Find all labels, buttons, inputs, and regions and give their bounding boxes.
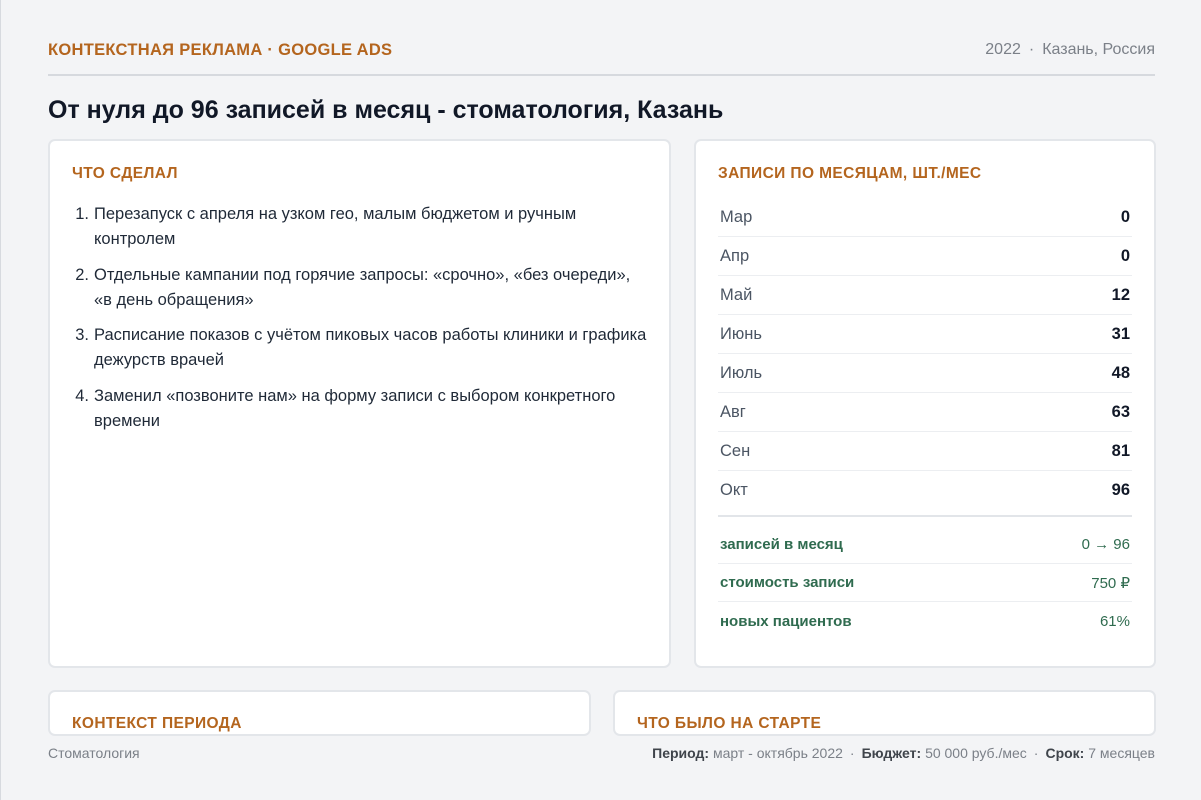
stat-label: стоимость записи xyxy=(720,574,855,591)
stat-row: новых пациентов 61% xyxy=(718,602,1132,640)
stat-value: 61% xyxy=(1099,612,1130,630)
budget-value: 50 000 руб./мес xyxy=(925,745,1027,761)
stat-row: стоимость записи 750 ₽ xyxy=(718,564,1132,602)
month-value: 0 xyxy=(1120,207,1130,226)
starting-point-card: ЧТО БЫЛО НА СТАРТЕ xyxy=(613,690,1156,736)
card-title: КОНТЕКСТ ПЕРИОДА xyxy=(72,715,242,732)
month-value: 0 xyxy=(1120,246,1130,265)
header-year: 2022 xyxy=(985,41,1021,58)
separator-dot: · xyxy=(1028,41,1035,58)
page-title: От нуля до 96 записей в месяц - стоматол… xyxy=(48,96,724,124)
stat-value: 750 ₽ xyxy=(1091,574,1130,592)
list-item: 4. Заменил «позвоните нам» на форму запи… xyxy=(72,384,647,434)
stat-row: записей в месяц 0 → 96 xyxy=(718,526,1132,564)
stat-label: записей в месяц xyxy=(720,536,843,553)
separator-dot: · xyxy=(849,745,855,761)
steps-list: 1. Перезапуск с апреля на узком гео, мал… xyxy=(72,202,647,434)
summary-stats: записей в месяц 0 → 96 стоимость записи 75… xyxy=(718,526,1132,640)
card-title: ЗАПИСИ ПО МЕСЯЦАМ, ШТ./МЕС xyxy=(718,165,982,182)
list-item: 2. Отдельные кампании под горячие запрос… xyxy=(72,263,647,313)
table-row: Май 12 xyxy=(718,276,1132,315)
service-eyebrow: КОНТЕКСТНАЯ РЕКЛАМА · GOOGLE ADS xyxy=(48,41,393,59)
month-name: Сен xyxy=(720,441,751,460)
step-text: Отдельные кампании под горячие запросы: … xyxy=(94,265,631,309)
category-label: Стоматология xyxy=(48,745,140,761)
term-label: Срок: xyxy=(1045,745,1085,761)
step-number: 1. xyxy=(75,205,89,223)
month-value: 81 xyxy=(1111,441,1130,460)
budget-label: Бюджет: xyxy=(861,745,922,761)
month-value: 31 xyxy=(1111,324,1130,343)
separator-dot: · xyxy=(1033,745,1039,761)
table-row: Июнь 31 xyxy=(718,315,1132,354)
step-number: 3. xyxy=(75,326,89,344)
month-name: Май xyxy=(720,285,753,304)
step-number: 4. xyxy=(75,386,89,405)
step-text: Заменил «позвоните нам» на форму записи … xyxy=(94,386,616,430)
period-context-card: КОНТЕКСТ ПЕРИОДА xyxy=(48,690,591,736)
month-name: Окт xyxy=(720,481,748,499)
case-study-page: КОНТЕКСТНАЯ РЕКЛАМА · GOOGLE ADS 2022 · Ка… xyxy=(0,0,1201,800)
table-row: Сен 81 xyxy=(718,432,1132,471)
stat-label: новых пациентов xyxy=(720,612,852,630)
table-row: Мар 0 xyxy=(718,198,1132,237)
table-row: Авг 63 xyxy=(718,393,1132,432)
table-row: Апр 0 xyxy=(718,237,1132,276)
table-row: Июль 48 xyxy=(718,354,1132,393)
stat-value: 0 → 96 xyxy=(1081,536,1130,553)
list-item: 3. Расписание показов с учётом пиковых ч… xyxy=(72,323,647,373)
period-value: март - октябрь 2022 xyxy=(712,745,843,761)
step-number: 2. xyxy=(75,265,89,284)
month-name: Июнь xyxy=(720,324,762,343)
header-meta: 2022 · Казань, Россия xyxy=(985,38,1155,62)
month-value: 96 xyxy=(1111,481,1130,499)
step-text: Расписание показов с учётом пиковых часо… xyxy=(94,326,647,369)
table-row: Окт 96 xyxy=(718,471,1132,510)
month-value: 12 xyxy=(1111,285,1130,304)
month-name: Июль xyxy=(720,363,763,382)
card-title: ЧТО БЫЛО НА СТАРТЕ xyxy=(637,715,822,732)
month-name: Авг xyxy=(720,402,746,421)
divider xyxy=(718,515,1132,517)
month-name: Мар xyxy=(720,207,753,226)
term-value: 7 месяцев xyxy=(1088,745,1155,761)
card-title: ЧТО СДЕЛАЛ xyxy=(72,165,178,182)
step-text: Перезапуск с апреля на узком гео, малым … xyxy=(94,205,577,248)
month-name: Апр xyxy=(720,246,750,265)
header-location: Казань, Россия xyxy=(1042,41,1155,58)
header-bar: КОНТЕКСТНАЯ РЕКЛАМА · GOOGLE ADS 2022 · Ка… xyxy=(48,38,1155,76)
monthly-bookings-card: ЗАПИСИ ПО МЕСЯЦАМ, ШТ./МЕС Мар 0 Апр 0 Май… xyxy=(694,139,1156,668)
period-label: Период: xyxy=(652,745,710,761)
project-meta: Период: март - октябрь 2022 · Бюджет: 50 0… xyxy=(652,744,1155,762)
list-item: 1. Перезапуск с апреля на узком гео, мал… xyxy=(72,202,647,252)
month-value: 48 xyxy=(1111,363,1130,382)
months-table: Мар 0 Апр 0 Май 12 Июнь 31 Июль 48 Авг 63 Сен 8… xyxy=(718,198,1132,510)
footer: Стоматология Период: март - октябрь 2022… xyxy=(48,744,1155,762)
month-value: 63 xyxy=(1111,402,1130,421)
what-i-did-card: ЧТО СДЕЛАЛ 1. Перезапуск с апреля на узк… xyxy=(48,139,671,668)
